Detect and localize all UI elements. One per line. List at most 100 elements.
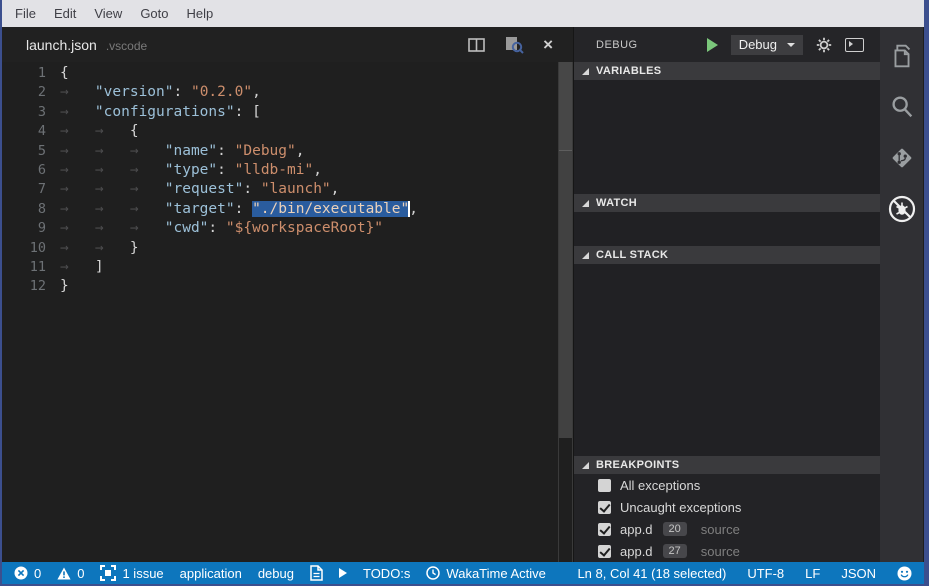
code-token: "0.2.0" [191, 84, 252, 100]
code-line-11[interactable]: 11→ ] [2, 258, 573, 277]
section-variables-label: VARIABLES [596, 65, 661, 77]
status-item-ln-8-col-41-18-selected[interactable]: Ln 8, Col 41 (18 selected) [577, 566, 726, 581]
status-item-utf-8[interactable]: UTF-8 [747, 566, 784, 581]
status-item-1-issue[interactable]: 1 issue [100, 565, 163, 581]
line-content: { [60, 64, 69, 83]
code-line-7[interactable]: 7→ → → "request": "launch", [2, 180, 573, 199]
activity-files-icon[interactable] [888, 40, 916, 71]
section-breakpoints[interactable]: BREAKPOINTS [574, 456, 880, 474]
menu-item-file[interactable]: File [6, 6, 45, 21]
line-number[interactable]: 6 [2, 161, 46, 180]
debug-config-dropdown[interactable]: Debug [731, 35, 803, 55]
tab-whitespace-arrows: → → → [60, 181, 165, 197]
checkbox-checked[interactable] [598, 523, 611, 536]
status-item-json[interactable]: JSON [841, 566, 876, 581]
debug-config-value: Debug [739, 37, 777, 52]
section-watch[interactable]: WATCH [574, 194, 880, 212]
scrollbar-thumb[interactable] [559, 62, 572, 151]
checkbox-checked[interactable] [598, 545, 611, 558]
line-number[interactable]: 5 [2, 142, 46, 161]
status-item-debug[interactable]: debug [258, 566, 294, 581]
status-label: 1 issue [122, 566, 163, 581]
code-line-6[interactable]: 6→ → → "type": "lldb-mi", [2, 161, 573, 180]
tab-whitespace-arrows: → → [60, 123, 130, 139]
breakpoint-row-app-d[interactable]: app.d27source [574, 540, 880, 562]
menu-bar: FileEditViewGotoHelp [2, 0, 924, 27]
code-line-12[interactable]: 12} [2, 277, 573, 296]
line-content: → → { [60, 122, 139, 141]
line-number[interactable]: 9 [2, 219, 46, 238]
code-token: , [252, 84, 261, 100]
code-line-1[interactable]: 1{ [2, 64, 573, 83]
preview-icon[interactable] [504, 36, 524, 54]
line-number[interactable]: 11 [2, 258, 46, 277]
status-item-todo-s[interactable]: TODO:s [363, 566, 410, 581]
section-variables[interactable]: VARIABLES [574, 62, 880, 80]
activity-search-icon[interactable] [888, 91, 916, 122]
breakpoint-row-all-exceptions[interactable]: All exceptions [574, 474, 880, 496]
line-number[interactable]: 10 [2, 239, 46, 258]
debug-console-icon[interactable] [845, 38, 864, 52]
status-label: Ln 8, Col 41 (18 selected) [577, 566, 726, 581]
smiley-icon [897, 566, 912, 581]
line-content: → → } [60, 239, 139, 258]
split-editor-icon[interactable] [468, 38, 485, 52]
menu-item-view[interactable]: View [85, 6, 131, 21]
breakpoint-row-app-d[interactable]: app.d20source [574, 518, 880, 540]
breakpoint-row-uncaught-exceptions[interactable]: Uncaught exceptions [574, 496, 880, 518]
code-token: "cwd" [165, 220, 209, 236]
code-line-9[interactable]: 9→ → → "cwd": "${workspaceRoot}" [2, 219, 573, 238]
code-line-8[interactable]: 8 → → → "target": "./bin/executable", [2, 200, 573, 219]
status-item-0[interactable]: 0 [57, 566, 84, 581]
frame-icon [100, 565, 116, 581]
status-label: TODO:s [363, 566, 410, 581]
line-number[interactable]: 2 [2, 83, 46, 102]
code-line-5[interactable]: 5→ → → "name": "Debug", [2, 142, 573, 161]
code-line-4[interactable]: 4 → → { [2, 122, 573, 141]
line-number[interactable]: 12 [2, 277, 46, 296]
status-item-file-lines-icon[interactable] [310, 565, 323, 581]
code-editor[interactable]: 1{2→ "version": "0.2.0",3→ "configuratio… [2, 62, 573, 562]
activity-debug-icon[interactable] [887, 193, 917, 224]
call-stack-content [574, 264, 880, 456]
activity-git-icon[interactable] [888, 142, 916, 173]
code-line-3[interactable]: 3→ "configurations": [ [2, 103, 573, 122]
tab-whitespace-arrows: → → → [60, 162, 165, 178]
menu-item-edit[interactable]: Edit [45, 6, 85, 21]
checkbox-checked[interactable] [598, 501, 611, 514]
status-item-0[interactable]: 0 [14, 566, 41, 581]
code-token: "launch" [261, 181, 331, 197]
line-content: → → → "target": "./bin/executable", [60, 200, 418, 219]
menu-item-goto[interactable]: Goto [131, 6, 177, 21]
status-item-wakatime-active[interactable]: WakaTime Active [426, 566, 545, 581]
code-token: ] [95, 259, 104, 275]
code-line-2[interactable]: 2→ "version": "0.2.0", [2, 83, 573, 102]
status-label: JSON [841, 566, 876, 581]
scrollbar-thumb[interactable] [559, 151, 572, 438]
status-item-smiley-icon[interactable] [897, 566, 912, 581]
start-debugging-button[interactable] [707, 38, 718, 52]
line-number[interactable]: 7 [2, 180, 46, 199]
vscode-window: FileEditViewGotoHelp launch.json .vscode… [0, 0, 929, 586]
warning-triangle-icon [57, 567, 71, 580]
menu-item-help[interactable]: Help [178, 6, 223, 21]
tab-launch-json[interactable]: launch.json .vscode [26, 37, 147, 53]
section-call-stack[interactable]: CALL STACK [574, 246, 880, 264]
line-number[interactable]: 4 [2, 122, 46, 141]
line-number[interactable]: 3 [2, 103, 46, 122]
editor-scrollbar[interactable] [558, 62, 573, 562]
status-item-play-icon[interactable] [339, 568, 347, 578]
status-label: LF [805, 566, 820, 581]
status-bar: 0 0 1 issue application debug TODO:s WakaTime … [2, 562, 924, 584]
search-icon [888, 93, 916, 121]
line-number[interactable]: 8 [2, 200, 46, 219]
line-number[interactable]: 1 [2, 64, 46, 83]
gear-icon[interactable] [816, 37, 832, 53]
checkbox-unchecked[interactable] [598, 479, 611, 492]
code-line-10[interactable]: 10 → → } [2, 239, 573, 258]
breakpoint-detail: source [701, 544, 740, 559]
close-icon[interactable]: × [543, 36, 553, 53]
status-item-application[interactable]: application [180, 566, 242, 581]
status-item-lf[interactable]: LF [805, 566, 820, 581]
tab-whitespace-arrows: → → [60, 240, 130, 256]
